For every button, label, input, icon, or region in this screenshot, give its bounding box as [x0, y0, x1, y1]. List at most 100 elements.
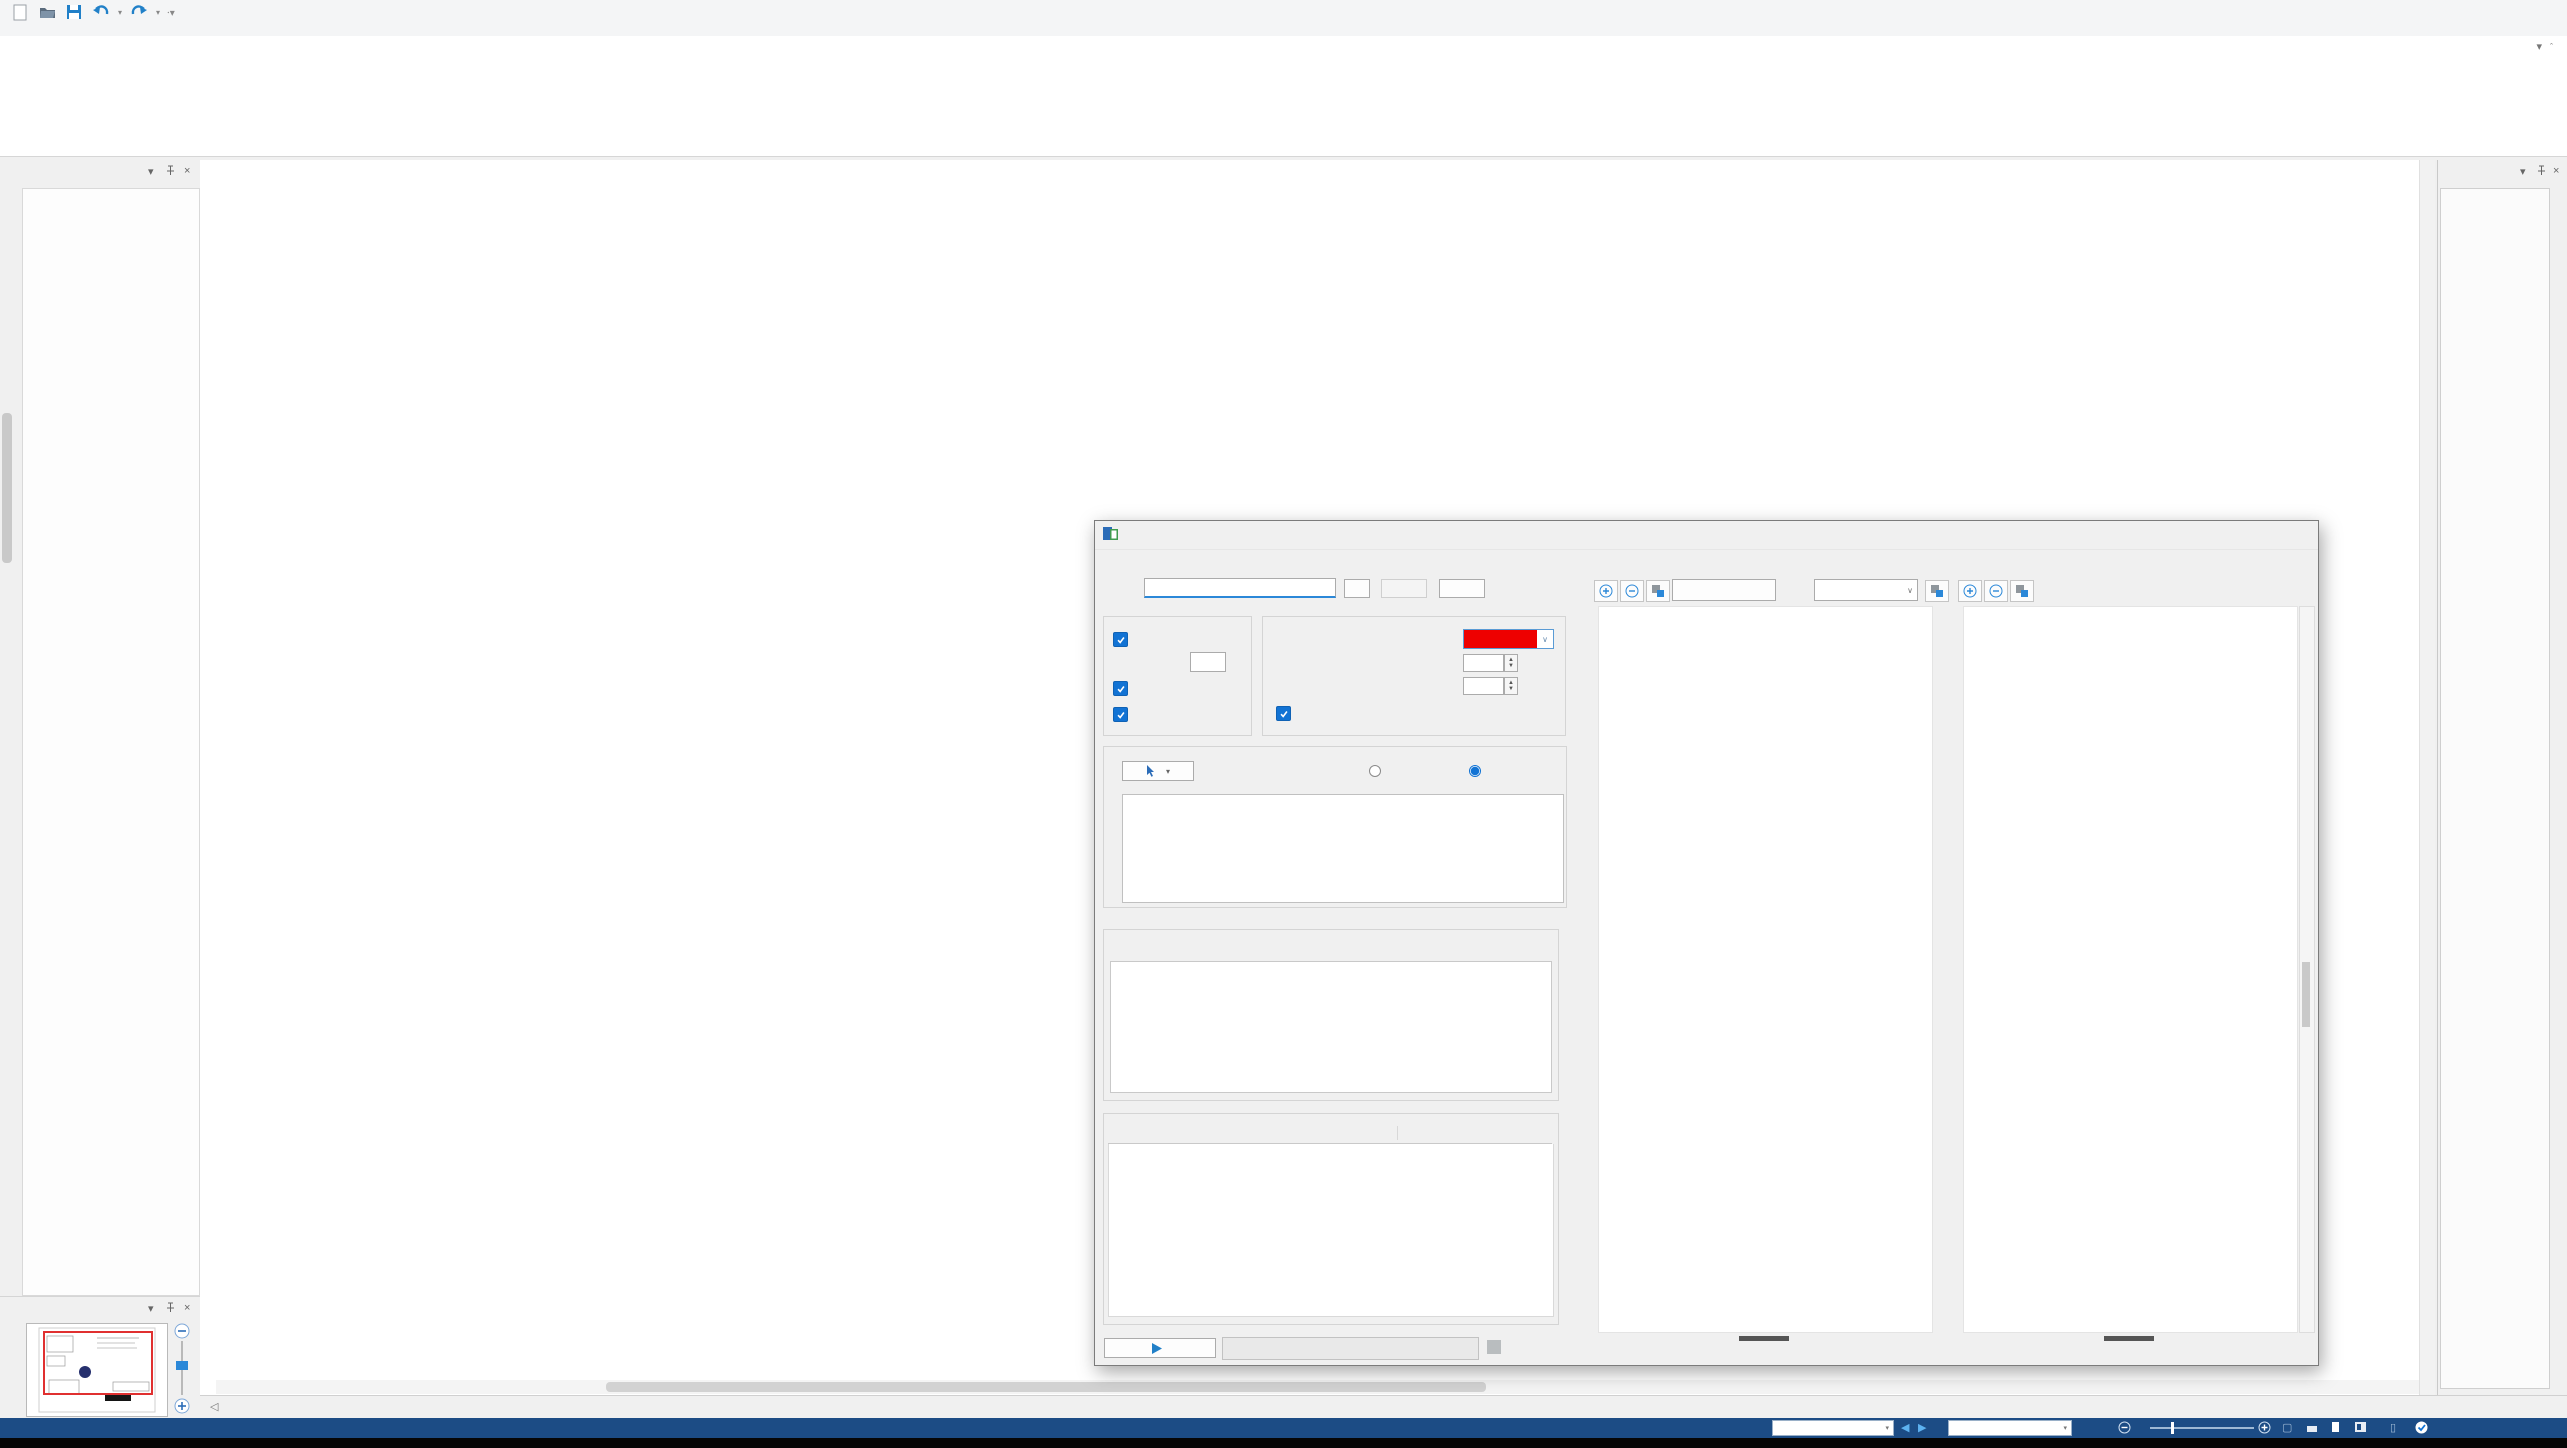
bottom-strip	[0, 1438, 2567, 1448]
world-view-close-icon[interactable]: ×	[184, 1302, 190, 1314]
world-view-zoom-thumb	[176, 1361, 188, 1370]
open-file-icon[interactable]	[37, 3, 57, 21]
tasks-menu-icon[interactable]: ▾	[2520, 165, 2526, 178]
redo-icon[interactable]	[129, 3, 149, 21]
milling-check-icon	[2415, 1421, 2428, 1437]
ribbon-style-control[interactable]: ▾ˆ	[2528, 40, 2553, 53]
undo-dropdown-icon[interactable]: ▾	[118, 8, 122, 17]
next-sheet-icon[interactable]: ▶	[1918, 1421, 1926, 1434]
comments-list[interactable]	[1108, 1144, 1554, 1317]
zoom-in-right-icon[interactable]	[1958, 580, 1982, 602]
tasks-close-icon[interactable]: ×	[2553, 165, 2559, 177]
sync-zoom-checkbox	[1276, 706, 1291, 721]
zoom-slider-thumb[interactable]	[2171, 1422, 2174, 1434]
tab-scroll-left-icon[interactable]: ◁	[210, 1400, 218, 1413]
palette-tab-strip	[0, 188, 22, 1296]
preview-right-hscroll-thumb[interactable]	[2104, 1336, 2154, 1341]
run-compare-button[interactable]	[1104, 1338, 1216, 1358]
grid-mode-icon[interactable]	[2354, 1421, 2367, 1436]
missing-sheets-checkbox-row[interactable]	[1113, 681, 1134, 696]
ribbon-tab-strip	[0, 36, 2567, 63]
qat-overflow-icon[interactable]: ⸱▾	[167, 5, 175, 19]
map-by-drawing-radio-row[interactable]	[1369, 765, 1387, 777]
palette-close-icon[interactable]: ×	[184, 165, 190, 177]
dialog-vscrollbar[interactable]	[2299, 606, 2315, 1333]
single-zoom-input[interactable]	[1463, 654, 1504, 672]
world-view-panel: ▾ ×	[0, 1296, 201, 1419]
close-button[interactable]	[2527, 0, 2561, 24]
sync-zoom-checkbox-row[interactable]	[1276, 706, 1297, 721]
purge-button[interactable]	[1439, 579, 1485, 598]
save-icon[interactable]	[64, 3, 84, 21]
marker-color-dropdown-icon[interactable]: ∨	[1537, 629, 1554, 649]
canvas-hscrollbar[interactable]	[216, 1380, 2419, 1394]
zoom-out-right-icon[interactable]	[1984, 580, 2008, 602]
extra-sheets-checkbox	[1113, 707, 1128, 722]
world-view-thumbnail[interactable]	[26, 1323, 168, 1417]
differences-checkbox	[1113, 632, 1128, 647]
fill-mode-icon[interactable]	[2306, 1421, 2318, 1436]
tolerance-input[interactable]	[1190, 652, 1226, 672]
differences-checkbox-row[interactable]	[1113, 632, 1134, 647]
compare-progress-bar	[1222, 1337, 1479, 1360]
zoom-out-left-icon[interactable]	[1620, 580, 1644, 602]
browse-button[interactable]	[1344, 579, 1370, 598]
layer-mode-icon[interactable]	[2330, 1421, 2342, 1436]
preview-pane-left[interactable]	[1598, 606, 1933, 1333]
select-mode-icon[interactable]: ▢	[2282, 1421, 2292, 1434]
undo-icon[interactable]	[91, 3, 111, 21]
title-bar: ▾ ▾ ⸱▾	[0, 0, 2567, 37]
notes-block	[1424, 318, 2214, 344]
tasks-body	[2440, 188, 2550, 1389]
world-view-zoom-slider[interactable]	[170, 1323, 194, 1417]
cancel-icon	[1487, 1340, 1501, 1354]
zoom-out-icon[interactable]	[2118, 1421, 2131, 1437]
redo-dropdown-icon[interactable]: ▾	[156, 8, 160, 17]
play-icon	[1152, 1343, 1162, 1354]
compare-documents-dialog: ∨ ▲▼ ▲▼ ▾	[1094, 520, 2319, 1366]
clipboard-icon[interactable]: ▯	[2390, 1421, 2396, 1434]
world-view-pin-icon[interactable]	[166, 1302, 175, 1316]
palette-menu-icon[interactable]: ▾	[148, 165, 154, 178]
load-button[interactable]	[1381, 579, 1427, 598]
canvas-vscrollbar[interactable]	[2419, 160, 2435, 1395]
dialog-icon	[1103, 527, 1119, 544]
angle-lock-selector[interactable]: ▾	[1948, 1420, 2072, 1436]
cursor-icon	[1146, 765, 1156, 777]
new-file-icon[interactable]	[10, 3, 30, 21]
mapping-select-button[interactable]: ▾	[1122, 761, 1194, 781]
zoom-in-left-icon[interactable]	[1594, 580, 1618, 602]
mapping-table[interactable]	[1122, 794, 1564, 903]
ribbon	[0, 62, 2567, 157]
sheet-name-radio	[1469, 765, 1481, 777]
multiple-zoom-input[interactable]	[1463, 677, 1504, 695]
canvas-vscrollbar-thumb[interactable]	[2, 413, 12, 563]
maximize-button[interactable]	[2493, 0, 2527, 24]
preview-left-hscroll-thumb[interactable]	[1739, 1336, 1789, 1341]
multiple-zoom-spinner[interactable]: ▲▼	[1504, 677, 1518, 695]
prev-sheet-icon[interactable]: ◀	[1901, 1421, 1909, 1434]
extra-sheets-checkbox-row[interactable]	[1113, 707, 1134, 722]
single-zoom-spinner[interactable]: ▲▼	[1504, 654, 1518, 672]
map-by-sheet-radio-row[interactable]	[1469, 765, 1487, 777]
zoom-slider-track[interactable]	[2150, 1427, 2254, 1429]
show-dropdown[interactable]: ∨	[1814, 579, 1918, 601]
quick-access-toolbar: ▾ ▾ ⸱▾	[10, 3, 175, 21]
file-input[interactable]	[1144, 578, 1336, 598]
fit-view-right-icon[interactable]	[2010, 580, 2034, 602]
palette-pin-icon[interactable]	[166, 165, 175, 179]
tile-view-icon[interactable]	[1925, 580, 1949, 602]
world-view-menu-icon[interactable]: ▾	[148, 1302, 154, 1315]
minimize-button[interactable]	[2459, 0, 2493, 24]
tasks-pin-icon[interactable]	[2537, 165, 2546, 179]
zoom-in-icon[interactable]	[2258, 1421, 2271, 1437]
compare-results-list[interactable]	[1110, 961, 1552, 1093]
palette-items	[22, 188, 200, 1296]
fit-view-left-icon[interactable]	[1646, 580, 1670, 602]
tool-palette-panel: ▾ ×	[0, 160, 201, 1296]
refresh-current-doc-button[interactable]	[1672, 579, 1776, 601]
preview-pane-right[interactable]	[1963, 606, 2298, 1333]
marker-color-swatch[interactable]	[1463, 629, 1539, 649]
sheet-selector[interactable]: ▾	[1772, 1420, 1894, 1436]
status-bar: ▾ ◀ ▶ ▾ ▢ ▯	[0, 1418, 2567, 1438]
